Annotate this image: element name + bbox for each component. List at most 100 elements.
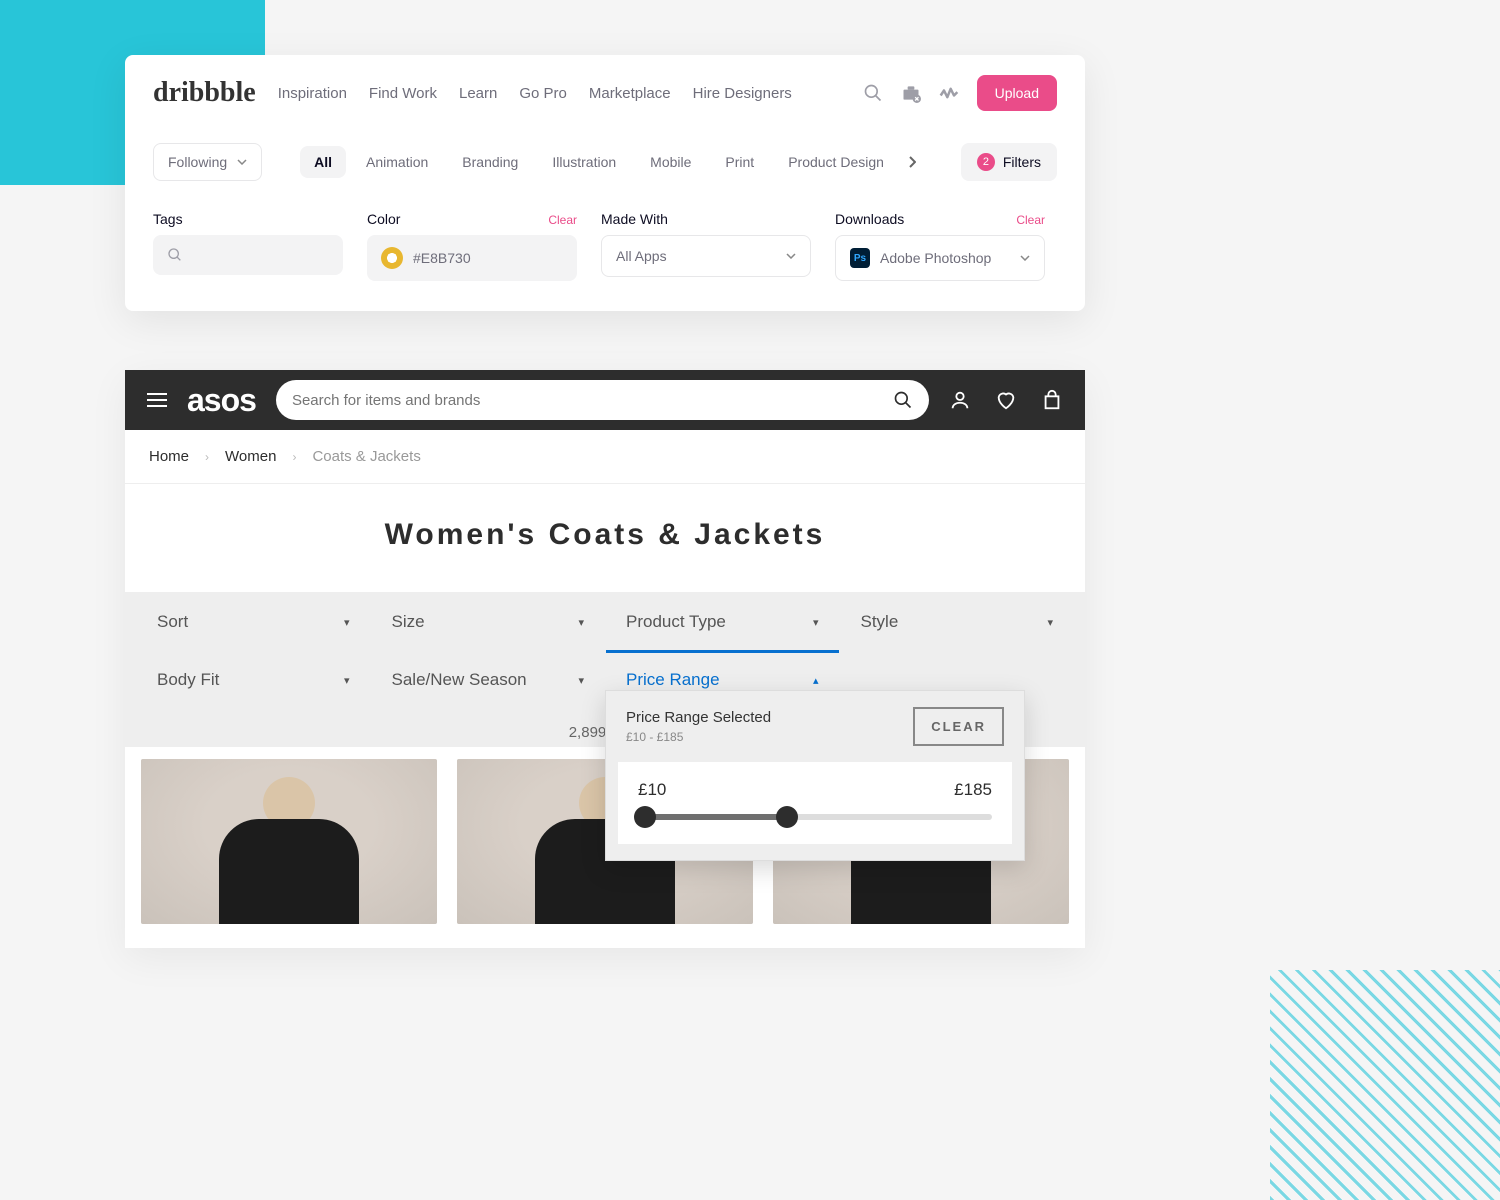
asos-logo[interactable]: asos <box>187 382 256 419</box>
madewith-value: All Apps <box>616 248 667 264</box>
tags-label: Tags <box>153 211 343 227</box>
product-card[interactable] <box>141 759 437 924</box>
account-icon[interactable] <box>949 389 971 411</box>
dribbble-header: dribbble Inspiration Find Work Learn Go … <box>125 55 1085 131</box>
tab-animation[interactable]: Animation <box>352 146 442 178</box>
price-slider: £10 £185 <box>618 762 1012 844</box>
popover-subtitle: £10 - £185 <box>626 730 771 744</box>
breadcrumb-separator-icon: › <box>205 450 209 464</box>
search-icon[interactable] <box>893 390 913 410</box>
filter-sale[interactable]: Sale/New Season ▾ <box>372 652 605 708</box>
filters-count-badge: 2 <box>977 153 995 171</box>
filters-button[interactable]: 2 Filters <box>961 143 1057 181</box>
breadcrumb-separator-icon: › <box>292 450 296 464</box>
photoshop-icon: Ps <box>850 248 870 268</box>
header-icons: Upload <box>863 75 1057 111</box>
nav-go-pro[interactable]: Go Pro <box>519 85 567 102</box>
filter-size[interactable]: Size ▾ <box>372 594 605 650</box>
dribbble-subnav: Following All Animation Branding Illustr… <box>125 131 1085 193</box>
dribbble-panel: dribbble Inspiration Find Work Learn Go … <box>125 55 1085 311</box>
asos-header-icons <box>949 389 1063 411</box>
filter-sort-label: Sort <box>157 612 188 632</box>
filter-color: Color Clear #E8B730 <box>367 211 577 281</box>
tabs-scroll-right-icon[interactable] <box>904 156 920 168</box>
activity-icon[interactable] <box>939 83 959 103</box>
color-label: Color <box>367 211 400 227</box>
filter-body-fit[interactable]: Body Fit ▾ <box>137 652 370 708</box>
filter-product-type-label: Product Type <box>626 612 726 632</box>
filter-style[interactable]: Style ▾ <box>841 594 1074 650</box>
tab-illustration[interactable]: Illustration <box>538 146 630 178</box>
dribbble-logo[interactable]: dribbble <box>153 77 256 109</box>
menu-icon[interactable] <box>147 393 167 407</box>
chevron-down-icon <box>786 253 796 259</box>
upload-button[interactable]: Upload <box>977 75 1057 111</box>
asos-panel: asos Home › Women › Coats & Jackets Wome… <box>125 370 1085 948</box>
bag-icon[interactable] <box>1041 389 1063 411</box>
chevron-down-icon <box>237 159 247 165</box>
slider-fill <box>645 814 787 820</box>
filter-sort[interactable]: Sort ▾ <box>137 594 370 650</box>
search-icon[interactable] <box>863 83 883 103</box>
nav-hire-designers[interactable]: Hire Designers <box>693 85 792 102</box>
nav-find-work[interactable]: Find Work <box>369 85 437 102</box>
range-max-label: £185 <box>954 780 992 800</box>
clear-button[interactable]: CLEAR <box>913 707 1004 746</box>
following-label: Following <box>168 154 227 170</box>
filter-panel: Tags Color Clear #E8B730 Made With All A… <box>125 193 1085 281</box>
chevron-down-icon: ▾ <box>1047 616 1053 629</box>
chevron-down-icon: ▾ <box>344 674 350 687</box>
tab-mobile[interactable]: Mobile <box>636 146 705 178</box>
filter-price-range-label: Price Range <box>626 670 720 690</box>
breadcrumb-women[interactable]: Women <box>225 448 276 465</box>
filter-tags: Tags <box>153 211 343 281</box>
downloads-select[interactable]: Ps Adobe Photoshop <box>835 235 1045 281</box>
popover-title: Price Range Selected <box>626 709 771 726</box>
filter-made-with: Made With All Apps <box>601 211 811 281</box>
nav-marketplace[interactable]: Marketplace <box>589 85 671 102</box>
filter-style-label: Style <box>861 612 899 632</box>
filter-downloads: Downloads Clear Ps Adobe Photoshop <box>835 211 1045 281</box>
price-range-popover: Price Range Selected £10 - £185 CLEAR £1… <box>605 690 1025 861</box>
briefcase-icon[interactable] <box>901 83 921 103</box>
slider-handle-max[interactable] <box>776 806 798 828</box>
slider-track[interactable] <box>638 814 992 820</box>
tags-input[interactable] <box>153 235 343 275</box>
heart-icon[interactable] <box>995 389 1017 411</box>
tab-branding[interactable]: Branding <box>448 146 532 178</box>
nav-inspiration[interactable]: Inspiration <box>278 85 347 102</box>
category-tabs: All Animation Branding Illustration Mobi… <box>300 146 953 178</box>
filter-product-type[interactable]: Product Type ▾ <box>606 594 839 650</box>
chevron-down-icon: ▾ <box>813 616 819 629</box>
range-labels: £10 £185 <box>638 780 992 800</box>
tab-product-design[interactable]: Product Design <box>774 146 898 178</box>
chevron-down-icon <box>1020 255 1030 261</box>
tab-all[interactable]: All <box>300 146 346 178</box>
asos-header: asos <box>125 370 1085 430</box>
filter-size-label: Size <box>392 612 425 632</box>
search-icon <box>167 247 183 263</box>
following-select[interactable]: Following <box>153 143 262 181</box>
madewith-label: Made With <box>601 211 811 227</box>
breadcrumb: Home › Women › Coats & Jackets <box>125 430 1085 484</box>
dribbble-nav: Inspiration Find Work Learn Go Pro Marke… <box>278 85 841 102</box>
filter-sale-label: Sale/New Season <box>392 670 527 690</box>
chevron-down-icon: ▾ <box>578 616 584 629</box>
color-clear-link[interactable]: Clear <box>548 213 577 227</box>
color-swatch-icon <box>381 247 403 269</box>
madewith-select[interactable]: All Apps <box>601 235 811 277</box>
decorative-stripes <box>1270 970 1500 1200</box>
filter-body-fit-label: Body Fit <box>157 670 219 690</box>
color-input[interactable]: #E8B730 <box>367 235 577 281</box>
color-value: #E8B730 <box>413 250 471 266</box>
chevron-down-icon: ▾ <box>344 616 350 629</box>
downloads-clear-link[interactable]: Clear <box>1016 213 1045 227</box>
range-min-label: £10 <box>638 780 666 800</box>
popover-header: Price Range Selected £10 - £185 CLEAR <box>606 691 1024 762</box>
breadcrumb-home[interactable]: Home <box>149 448 189 465</box>
search-input[interactable] <box>292 392 883 409</box>
tab-print[interactable]: Print <box>711 146 768 178</box>
slider-handle-min[interactable] <box>634 806 656 828</box>
nav-learn[interactable]: Learn <box>459 85 497 102</box>
breadcrumb-current: Coats & Jackets <box>312 448 420 465</box>
